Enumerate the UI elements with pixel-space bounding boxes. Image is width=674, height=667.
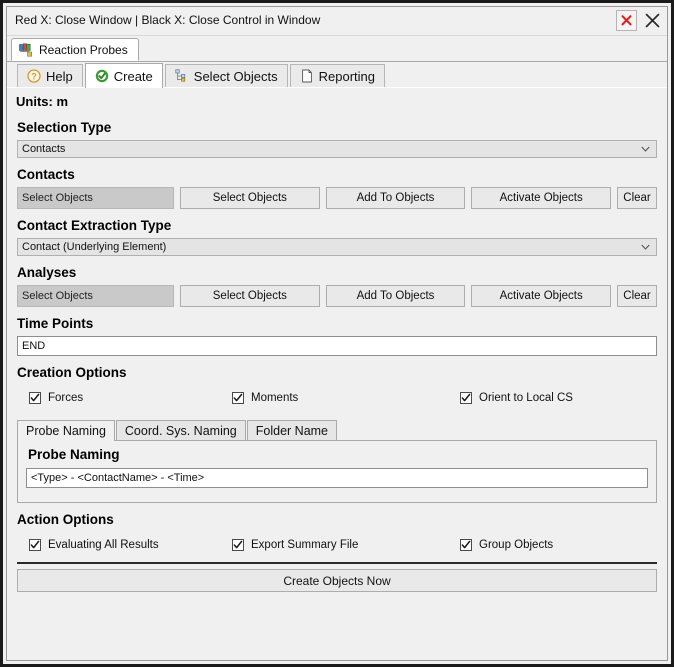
analyses-activate-objects-button[interactable]: Activate Objects [471,285,612,307]
checkbox-export-summary-file-label: Export Summary File [251,539,359,551]
checkbox-evaluating-all-results-label: Evaluating All Results [48,539,159,551]
document-page-icon [301,69,312,83]
naming-panel-body: Probe Naming <Type> - <ContactName> - <T… [17,440,657,503]
contact-extraction-type-select[interactable]: Contact (Underlying Element) [17,238,657,256]
contacts-add-to-objects-button[interactable]: Add To Objects [325,187,466,209]
tab-select-objects-label: Select Objects [193,68,278,84]
document-tab-strip: Reaction Probes [7,36,667,62]
analyses-row: Select Objects Select Objects Add To Obj… [7,285,667,307]
time-points-row: END [7,336,667,356]
checkmark-icon [233,393,243,402]
checkbox-orient-to-local-cs-label: Orient to Local CS [479,392,573,404]
checkbox-forces[interactable]: Forces [17,392,232,404]
chevron-down-icon [641,244,650,250]
create-objects-now-button[interactable]: Create Objects Now [17,569,657,592]
tab-reporting-label: Reporting [318,68,375,84]
contacts-clear-button[interactable]: Clear [617,187,658,209]
contact-extraction-type-value: Contact (Underlying Element) [22,241,167,253]
checkmark-icon [233,540,243,549]
checkbox-group-objects[interactable]: Group Objects [460,539,657,551]
tab-help-label: Help [46,68,73,84]
close-control-button[interactable] [642,10,663,31]
naming-panel-heading: Probe Naming [28,447,120,462]
tab-create[interactable]: Create [84,63,163,88]
analyses-clear-button[interactable]: Clear [617,285,658,307]
tree-hierarchy-icon [175,69,185,82]
contacts-heading: Contacts [17,167,75,182]
window-title: Red X: Close Window | Black X: Close Con… [15,13,321,27]
contact-extraction-type-row: Contact (Underlying Element) [7,238,667,256]
checkbox-evaluating-all-results[interactable]: Evaluating All Results [17,539,232,551]
green-check-icon [95,69,108,83]
contacts-selection-field: Select Objects [17,187,174,209]
close-window-button[interactable] [616,10,637,31]
contacts-select-objects-button[interactable]: Select Objects [180,187,320,209]
probe-naming-pattern-input[interactable]: <Type> - <ContactName> - <Time> [26,468,648,488]
checkbox-orient-to-local-cs[interactable]: Orient to Local CS [460,392,657,404]
reaction-probes-icon [19,43,32,56]
checkbox-group-objects-label: Group Objects [479,539,554,551]
action-options-row: Evaluating All Results Export Summary Fi… [7,536,667,554]
checkbox-forces-label: Forces [48,392,84,404]
analyses-heading: Analyses [17,265,77,280]
title-bar: Red X: Close Window | Black X: Close Con… [7,7,667,36]
creation-options-heading: Creation Options [17,365,127,380]
naming-tab-coord-sys-naming[interactable]: Coord. Sys. Naming [115,420,246,440]
action-divider [17,562,657,564]
contact-extraction-type-heading: Contact Extraction Type [17,218,172,233]
selection-type-value: Contacts [22,143,66,155]
tab-select-objects[interactable]: Select Objects [164,64,288,87]
analyses-selection-field: Select Objects [17,285,174,307]
analyses-controls: Select Objects Select Objects Add To Obj… [17,285,658,307]
selection-type-row: Contacts [7,140,667,158]
action-options-checkboxes: Evaluating All Results Export Summary Fi… [17,536,657,554]
analyses-add-to-objects-button[interactable]: Add To Objects [325,285,466,307]
contacts-activate-objects-button[interactable]: Activate Objects [471,187,612,209]
checkbox-group-objects-box[interactable] [460,539,472,551]
checkbox-moments-label: Moments [251,392,299,404]
time-points-input[interactable]: END [17,336,657,356]
units-label: Units: m [16,94,68,109]
doc-tab-reaction-probes[interactable]: Reaction Probes [11,38,139,61]
selection-type-select[interactable]: Contacts [17,140,657,158]
question-mark-icon: ? [27,69,41,83]
analyses-select-objects-button[interactable]: Select Objects [180,285,320,307]
tab-help[interactable]: ? Help [17,64,83,87]
doc-tab-label: Reaction Probes [39,42,128,57]
tab-create-label: Create [113,68,153,84]
checkbox-forces-box[interactable] [29,392,41,404]
create-panel: Units: m Selection Type Contacts Contact… [7,87,667,660]
checkmark-icon [461,540,471,549]
reaction-probes-window: Red X: Close Window | Black X: Close Con… [0,0,674,667]
naming-panel: Probe Naming Coord. Sys. Naming Folder N… [17,419,657,503]
svg-text:?: ? [31,71,37,81]
contacts-row: Select Objects Select Objects Add To Obj… [7,187,667,209]
checkbox-moments-box[interactable] [232,392,244,404]
naming-tab-folder-name[interactable]: Folder Name [246,420,338,440]
black-x-icon [645,13,660,28]
window-inner: Red X: Close Window | Black X: Close Con… [6,6,668,661]
checkmark-icon [30,540,40,549]
tab-reporting[interactable]: Reporting [289,64,385,87]
title-bar-buttons [616,10,663,31]
checkbox-evaluating-all-results-box[interactable] [29,539,41,551]
creation-options-row: Forces Moments Orient to Local CS [7,389,667,407]
checkbox-export-summary-file-box[interactable] [232,539,244,551]
tab-strip: ? Help Create Select Objects Reporting [7,62,667,88]
creation-options-checkboxes: Forces Moments Orient to Local CS [17,389,657,407]
action-options-heading: Action Options [17,512,114,527]
checkbox-orient-to-local-cs-box[interactable] [460,392,472,404]
checkmark-icon [30,393,40,402]
chevron-down-icon [641,146,650,152]
time-points-heading: Time Points [17,316,94,331]
naming-tab-probe-naming[interactable]: Probe Naming [17,420,115,441]
contacts-controls: Select Objects Select Objects Add To Obj… [17,187,658,209]
checkbox-moments[interactable]: Moments [232,392,460,404]
selection-type-heading: Selection Type [17,120,112,135]
checkbox-export-summary-file[interactable]: Export Summary File [232,539,460,551]
naming-tab-strip: Probe Naming Coord. Sys. Naming Folder N… [17,419,657,441]
checkmark-icon [461,393,471,402]
red-x-icon [621,15,632,26]
